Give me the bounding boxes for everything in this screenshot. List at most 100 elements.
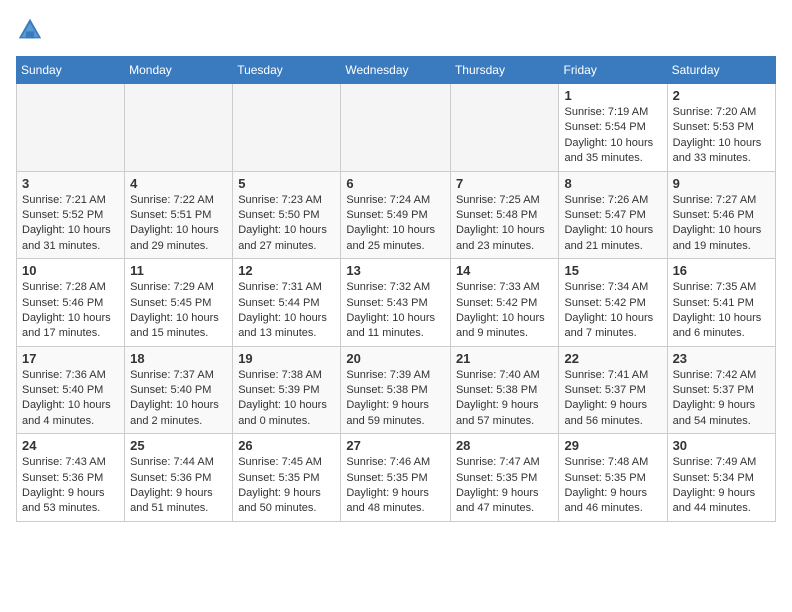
day-number: 10 [22,263,119,278]
calendar-header-wednesday: Wednesday [341,57,451,84]
calendar-cell: 21 Sunrise: 7:40 AMSunset: 5:38 PMDayligh… [450,346,559,434]
calendar-cell: 26Sunrise: 7:45 AMSunset: 5:35 PMDayligh… [233,434,341,522]
day-number: 14 [456,263,554,278]
calendar-cell: 6 Sunrise: 7:24 AMSunset: 5:49 PMDaylight… [341,171,451,259]
day-info: Sunrise: 7:40 AMSunset: 5:38 PMDaylight:… [456,368,554,430]
calendar-header-monday: Monday [125,57,233,84]
calendar-week-3: 10 Sunrise: 7:28 AMSunset: 5:46 PMDayligh… [17,259,776,347]
calendar-cell: 8Sunrise: 7:26 AMSunset: 5:47 PMDaylight… [559,171,667,259]
day-number: 29 [564,438,661,453]
day-info: Sunrise: 7:34 AMSunset: 5:42 PMDaylight:… [564,280,661,342]
calendar-cell: 16 Sunrise: 7:35 AMSunset: 5:41 PMDayligh… [667,259,775,347]
day-info: Sunrise: 7:22 AMSunset: 5:51 PMDaylight:… [130,193,227,255]
day-info: Sunrise: 7:44 AMSunset: 5:36 PMDaylight:… [130,455,227,517]
calendar-cell: 28Sunrise: 7:47 AMSunset: 5:35 PMDayligh… [450,434,559,522]
day-number: 25 [130,438,227,453]
day-number: 7 [456,176,554,191]
day-info: Sunrise: 7:31 AMSunset: 5:44 PMDaylight:… [238,280,335,342]
day-info: Sunrise: 7:19 AMSunset: 5:54 PMDaylight:… [564,105,661,167]
calendar-week-5: 24 Sunrise: 7:43 AMSunset: 5:36 PMDayligh… [17,434,776,522]
day-number: 5 [238,176,335,191]
logo [16,16,48,44]
day-info: Sunrise: 7:26 AMSunset: 5:47 PMDaylight:… [564,193,661,255]
day-number: 12 [238,263,335,278]
day-number: 9 [673,176,770,191]
calendar-cell: 11 Sunrise: 7:29 AMSunset: 5:45 PMDayligh… [125,259,233,347]
calendar-cell [125,84,233,172]
calendar-cell: 27 Sunrise: 7:46 AMSunset: 5:35 PMDayligh… [341,434,451,522]
calendar-header-friday: Friday [559,57,667,84]
calendar-header-row: SundayMondayTuesdayWednesdayThursdayFrid… [17,57,776,84]
day-info: Sunrise: 7:35 AMSunset: 5:41 PMDaylight:… [673,280,770,342]
day-info: Sunrise: 7:20 AMSunset: 5:53 PMDaylight:… [673,105,770,167]
calendar-week-2: 3Sunrise: 7:21 AMSunset: 5:52 PMDaylight… [17,171,776,259]
page-header [16,16,776,44]
day-info: Sunrise: 7:27 AMSunset: 5:46 PMDaylight:… [673,193,770,255]
calendar-cell: 2 Sunrise: 7:20 AMSunset: 5:53 PMDaylight… [667,84,775,172]
calendar-cell: 15 Sunrise: 7:34 AMSunset: 5:42 PMDayligh… [559,259,667,347]
calendar-cell: 30 Sunrise: 7:49 AMSunset: 5:34 PMDayligh… [667,434,775,522]
day-info: Sunrise: 7:33 AMSunset: 5:42 PMDaylight:… [456,280,554,342]
day-info: Sunrise: 7:36 AMSunset: 5:40 PMDaylight:… [22,368,119,430]
day-number: 19 [238,351,335,366]
day-number: 24 [22,438,119,453]
day-info: Sunrise: 7:49 AMSunset: 5:34 PMDaylight:… [673,455,770,517]
day-number: 13 [346,263,445,278]
day-number: 21 [456,351,554,366]
calendar-header-tuesday: Tuesday [233,57,341,84]
day-number: 30 [673,438,770,453]
calendar-cell: 13 Sunrise: 7:32 AMSunset: 5:43 PMDayligh… [341,259,451,347]
day-number: 15 [564,263,661,278]
day-info: Sunrise: 7:38 AMSunset: 5:39 PMDaylight:… [238,368,335,430]
day-info: Sunrise: 7:48 AMSunset: 5:35 PMDaylight:… [564,455,661,517]
calendar-week-4: 17 Sunrise: 7:36 AMSunset: 5:40 PMDayligh… [17,346,776,434]
calendar-cell [341,84,451,172]
calendar-header-sunday: Sunday [17,57,125,84]
day-info: Sunrise: 7:47 AMSunset: 5:35 PMDaylight:… [456,455,554,517]
day-number: 6 [346,176,445,191]
day-info: Sunrise: 7:23 AMSunset: 5:50 PMDaylight:… [238,193,335,255]
calendar-cell: 5 Sunrise: 7:23 AMSunset: 5:50 PMDaylight… [233,171,341,259]
day-info: Sunrise: 7:24 AMSunset: 5:49 PMDaylight:… [346,193,445,255]
day-number: 17 [22,351,119,366]
day-number: 26 [238,438,335,453]
calendar-cell: 20 Sunrise: 7:39 AMSunset: 5:38 PMDayligh… [341,346,451,434]
day-number: 22 [564,351,661,366]
day-info: Sunrise: 7:43 AMSunset: 5:36 PMDaylight:… [22,455,119,517]
calendar-cell: 7 Sunrise: 7:25 AMSunset: 5:48 PMDaylight… [450,171,559,259]
calendar-cell: 17 Sunrise: 7:36 AMSunset: 5:40 PMDayligh… [17,346,125,434]
calendar-cell: 22 Sunrise: 7:41 AMSunset: 5:37 PMDayligh… [559,346,667,434]
day-number: 2 [673,88,770,103]
calendar-cell: 19 Sunrise: 7:38 AMSunset: 5:39 PMDayligh… [233,346,341,434]
day-number: 1 [564,88,661,103]
calendar-header-thursday: Thursday [450,57,559,84]
calendar-cell [17,84,125,172]
day-number: 23 [673,351,770,366]
day-number: 16 [673,263,770,278]
day-info: Sunrise: 7:32 AMSunset: 5:43 PMDaylight:… [346,280,445,342]
day-info: Sunrise: 7:37 AMSunset: 5:40 PMDaylight:… [130,368,227,430]
calendar-table: SundayMondayTuesdayWednesdayThursdayFrid… [16,56,776,522]
day-info: Sunrise: 7:28 AMSunset: 5:46 PMDaylight:… [22,280,119,342]
calendar-cell: 3Sunrise: 7:21 AMSunset: 5:52 PMDaylight… [17,171,125,259]
calendar-cell [450,84,559,172]
calendar-cell: 29 Sunrise: 7:48 AMSunset: 5:35 PMDayligh… [559,434,667,522]
calendar-cell: 14 Sunrise: 7:33 AMSunset: 5:42 PMDayligh… [450,259,559,347]
calendar-week-1: 1 Sunrise: 7:19 AMSunset: 5:54 PMDaylight… [17,84,776,172]
day-number: 18 [130,351,227,366]
day-info: Sunrise: 7:29 AMSunset: 5:45 PMDaylight:… [130,280,227,342]
day-info: Sunrise: 7:39 AMSunset: 5:38 PMDaylight:… [346,368,445,430]
day-info: Sunrise: 7:41 AMSunset: 5:37 PMDaylight:… [564,368,661,430]
calendar-cell: 12 Sunrise: 7:31 AMSunset: 5:44 PMDayligh… [233,259,341,347]
day-info: Sunrise: 7:25 AMSunset: 5:48 PMDaylight:… [456,193,554,255]
day-number: 27 [346,438,445,453]
day-info: Sunrise: 7:42 AMSunset: 5:37 PMDaylight:… [673,368,770,430]
calendar-cell: 24 Sunrise: 7:43 AMSunset: 5:36 PMDayligh… [17,434,125,522]
calendar-cell: 10 Sunrise: 7:28 AMSunset: 5:46 PMDayligh… [17,259,125,347]
calendar-cell: 4Sunrise: 7:22 AMSunset: 5:51 PMDaylight… [125,171,233,259]
day-number: 11 [130,263,227,278]
calendar-header-saturday: Saturday [667,57,775,84]
day-number: 20 [346,351,445,366]
calendar-cell: 23 Sunrise: 7:42 AMSunset: 5:37 PMDayligh… [667,346,775,434]
day-info: Sunrise: 7:46 AMSunset: 5:35 PMDaylight:… [346,455,445,517]
